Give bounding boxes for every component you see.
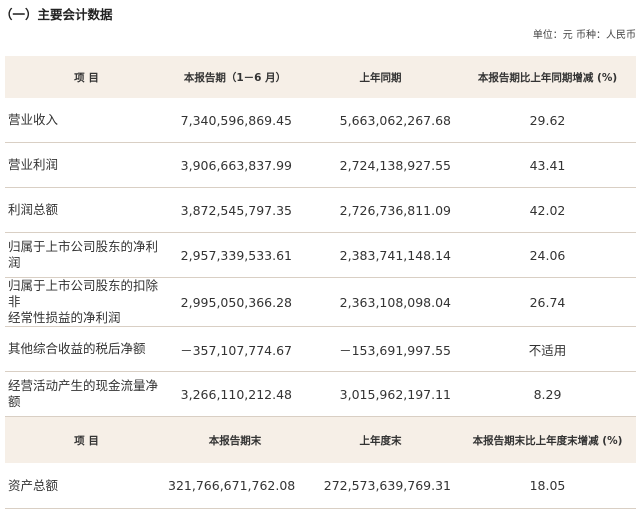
- row-current-value: 3,906,663,837.99: [168, 142, 302, 188]
- row-label: 归属于上市公司股东的扣除非 经常性损益的净利润: [5, 277, 168, 327]
- table-row: 其他综合收益的税后净额 －357,107,774.67 －153,691,997…: [5, 326, 636, 372]
- row-change-value: 29.62: [459, 98, 636, 143]
- header-change: 本报告期末比上年度末增减 (%): [459, 416, 636, 463]
- table-header-row: 项 目 本报告期末 上年度末 本报告期末比上年度末增减 (%): [5, 416, 636, 463]
- row-label-line-2: 经常性损益的净利润: [8, 310, 121, 325]
- row-prior-value: 2,724,138,927.55: [302, 142, 459, 188]
- row-change-value: 24.06: [459, 232, 636, 278]
- row-change-value: 26.74: [459, 277, 636, 327]
- table-row: 利润总额 3,872,545,797.35 2,726,736,811.09 4…: [5, 187, 636, 233]
- table-row: 资产总额 321,766,671,762.08 272,573,639,769.…: [5, 463, 636, 509]
- row-prior-value: 3,015,962,197.11: [302, 371, 459, 417]
- row-prior-value: －153,691,997.55: [302, 326, 459, 372]
- unit-note: 单位：元 币种：人民币: [532, 30, 636, 41]
- header-current-period: 本报告期（1－6 月）: [168, 56, 302, 98]
- row-prior-value: 5,663,062,267.68: [302, 98, 459, 143]
- row-change-value: 18.05: [459, 463, 636, 509]
- table-row: 营业利润 3,906,663,837.99 2,724,138,927.55 4…: [5, 142, 636, 188]
- header-period-end: 本报告期末: [168, 416, 302, 463]
- header-prior-year-end: 上年度末: [302, 416, 459, 463]
- row-change-value: 43.41: [459, 142, 636, 188]
- table-row: 营业收入 7,340,596,869.45 5,663,062,267.68 2…: [5, 98, 636, 143]
- row-current-value: 3,266,110,212.48: [168, 371, 302, 417]
- row-change-value: 42.02: [459, 187, 636, 233]
- row-change-value: 8.29: [459, 371, 636, 417]
- table-row: 归属于上市公司股东的净利润 2,957,339,533.61 2,383,741…: [5, 232, 636, 278]
- row-current-value: 321,766,671,762.08: [168, 463, 302, 509]
- row-prior-value: 2,383,741,148.14: [302, 232, 459, 278]
- row-prior-value: 272,573,639,769.31: [302, 463, 459, 509]
- row-label: 经营活动产生的现金流量净额: [5, 371, 168, 417]
- row-prior-value: 2,726,736,811.09: [302, 187, 459, 233]
- row-current-value: 2,957,339,533.61: [168, 232, 302, 278]
- main-accounting-data-table: 项 目 本报告期（1－6 月） 上年同期 本报告期比上年同期增减 (%) 营业收…: [5, 56, 636, 509]
- table-row: 经营活动产生的现金流量净额 3,266,110,212.48 3,015,962…: [5, 371, 636, 417]
- table-row: 归属于上市公司股东的扣除非 经常性损益的净利润 2,995,050,366.28 …: [5, 277, 636, 327]
- header-item: 项 目: [5, 56, 168, 98]
- header-item: 项 目: [5, 416, 168, 463]
- row-label: 资产总额: [5, 463, 168, 509]
- row-current-value: 2,995,050,366.28: [168, 277, 302, 327]
- row-label: 利润总额: [5, 187, 168, 233]
- row-label: 归属于上市公司股东的净利润: [5, 232, 168, 278]
- row-label: 营业收入: [5, 98, 168, 143]
- row-prior-value: 2,363,108,098.04: [302, 277, 459, 327]
- table-header-row: 项 目 本报告期（1－6 月） 上年同期 本报告期比上年同期增减 (%): [5, 56, 636, 98]
- row-label: 其他综合收益的税后净额: [5, 326, 168, 372]
- section-title: （一）主要会计数据: [0, 7, 113, 22]
- row-change-value: 不适用: [459, 326, 636, 372]
- row-label-line-1: 归属于上市公司股东的扣除非: [8, 278, 159, 309]
- header-change: 本报告期比上年同期增减 (%): [459, 56, 636, 98]
- row-current-value: －357,107,774.67: [168, 326, 302, 372]
- row-current-value: 3,872,545,797.35: [168, 187, 302, 233]
- row-label: 营业利润: [5, 142, 168, 188]
- header-prior-period: 上年同期: [302, 56, 459, 98]
- row-current-value: 7,340,596,869.45: [168, 98, 302, 143]
